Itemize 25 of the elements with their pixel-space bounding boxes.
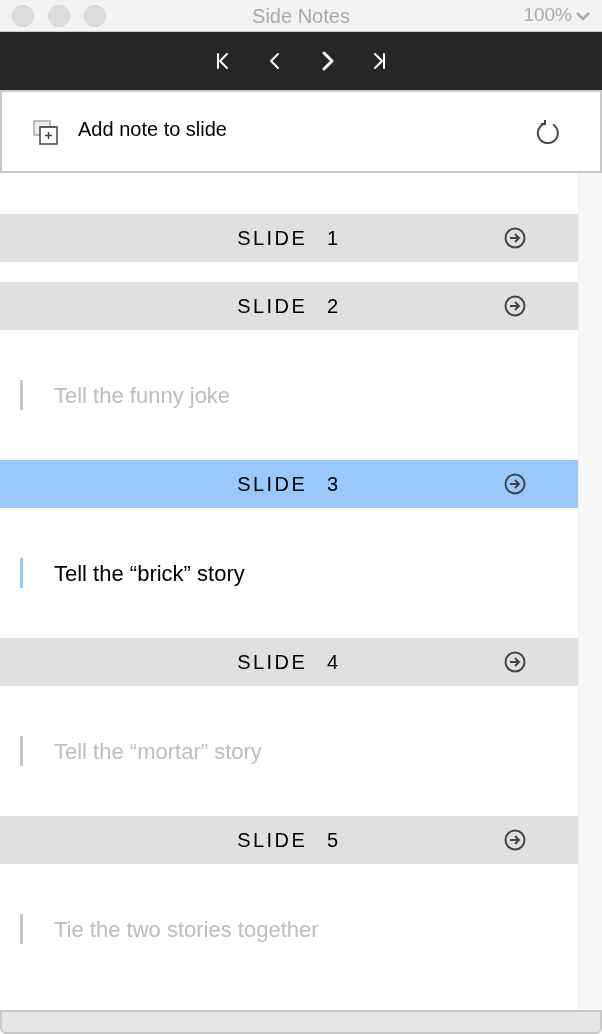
arrow-circle-icon[interactable] [504, 829, 526, 851]
arrow-circle-icon[interactable] [504, 227, 526, 249]
arrow-circle-icon[interactable] [504, 295, 526, 317]
chevron-down-icon [576, 10, 590, 21]
add-note-icon [32, 117, 60, 146]
slide-title: SLIDE 1 [237, 226, 341, 251]
slide-header[interactable]: SLIDE 3 [0, 460, 578, 508]
slide-header[interactable]: SLIDE 5 [0, 816, 578, 864]
slide-header[interactable]: SLIDE 4 [0, 638, 578, 686]
slide-title: SLIDE 3 [237, 472, 341, 497]
slide-header[interactable]: SLIDE 2 [0, 282, 578, 330]
note-marker [20, 380, 23, 410]
arrow-circle-icon[interactable] [504, 651, 526, 673]
add-note-button[interactable]: Add note to slide [78, 113, 227, 144]
note-marker [20, 558, 23, 588]
slide-title: SLIDE 5 [237, 828, 341, 853]
note-marker [20, 914, 23, 944]
slide-title: SLIDE 2 [237, 294, 341, 319]
arrow-circle-icon[interactable] [504, 473, 526, 495]
refresh-icon[interactable] [536, 117, 562, 146]
slide-title: SLIDE 4 [237, 650, 341, 675]
window-title: Side Notes [252, 3, 350, 29]
slide-header[interactable]: SLIDE 1 [0, 214, 578, 262]
note-marker [20, 736, 23, 766]
note-text[interactable]: Tell the “brick” story [54, 556, 245, 590]
